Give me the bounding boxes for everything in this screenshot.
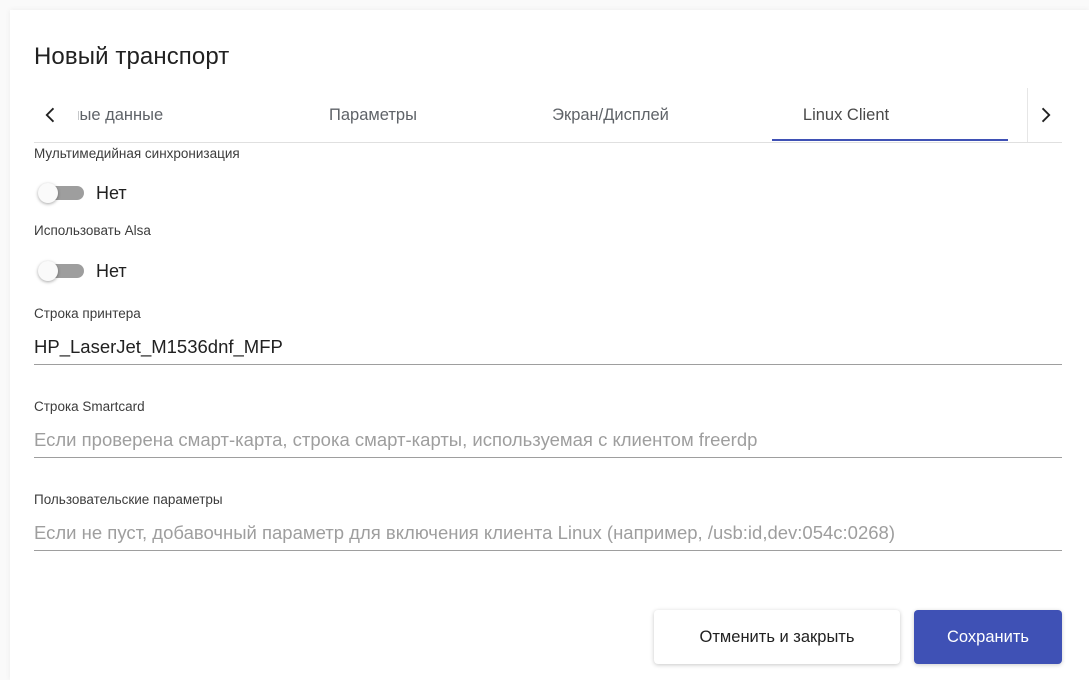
multimedia-sync-label: Мультимедийная синхронизация (34, 146, 240, 161)
toggle-thumb (38, 183, 58, 203)
tab-display[interactable]: Экран/Дисплей (498, 88, 723, 142)
tab-label: Linux Client (802, 105, 890, 124)
chevron-left-icon (45, 107, 55, 123)
tab-scroll-left-button[interactable] (34, 88, 68, 142)
save-button[interactable]: Сохранить (914, 610, 1062, 664)
active-tab-indicator (772, 139, 1008, 141)
multimedia-sync-toggle[interactable] (34, 178, 90, 208)
tab-bar: тные данные Параметры Экран/Дисплей Linu… (34, 88, 1062, 143)
tab-label: Экран/Дисплей (552, 105, 669, 124)
tab-credentials[interactable]: тные данные (78, 88, 248, 142)
printer-string-input[interactable] (34, 332, 1062, 362)
smartcard-string-input[interactable] (34, 425, 1062, 455)
use-alsa-value: Нет (96, 260, 127, 281)
use-alsa-toggle[interactable] (34, 256, 90, 286)
printer-string-label: Строка принтера (34, 306, 141, 321)
tab-scroll-right-button[interactable] (1027, 88, 1062, 142)
tab-parameters[interactable]: Параметры (263, 88, 483, 142)
tab-list: тные данные Параметры Экран/Дисплей Linu… (78, 88, 1008, 142)
tab-label: Параметры (329, 105, 417, 124)
custom-params-field (34, 518, 1062, 551)
printer-string-field (34, 332, 1062, 365)
use-alsa-row: Нет (34, 256, 127, 286)
custom-params-input[interactable] (34, 518, 1062, 548)
tab-label: тные данные (78, 105, 164, 124)
cancel-and-close-button[interactable]: Отменить и закрыть (654, 610, 900, 664)
chevron-right-icon (1041, 107, 1051, 123)
multimedia-sync-row: Нет (34, 178, 127, 208)
dialog-title: Новый транспорт (34, 43, 230, 70)
use-alsa-label: Использовать Alsa (34, 223, 151, 238)
custom-params-label: Пользовательские параметры (34, 492, 223, 507)
smartcard-string-label: Строка Smartcard (34, 399, 145, 414)
smartcard-string-field (34, 425, 1062, 458)
new-transport-dialog: Новый транспорт тные данные Параметры Эк… (10, 10, 1089, 680)
tab-linux-client[interactable]: Linux Client (728, 88, 964, 142)
multimedia-sync-value: Нет (96, 182, 127, 203)
toggle-thumb (38, 261, 58, 281)
